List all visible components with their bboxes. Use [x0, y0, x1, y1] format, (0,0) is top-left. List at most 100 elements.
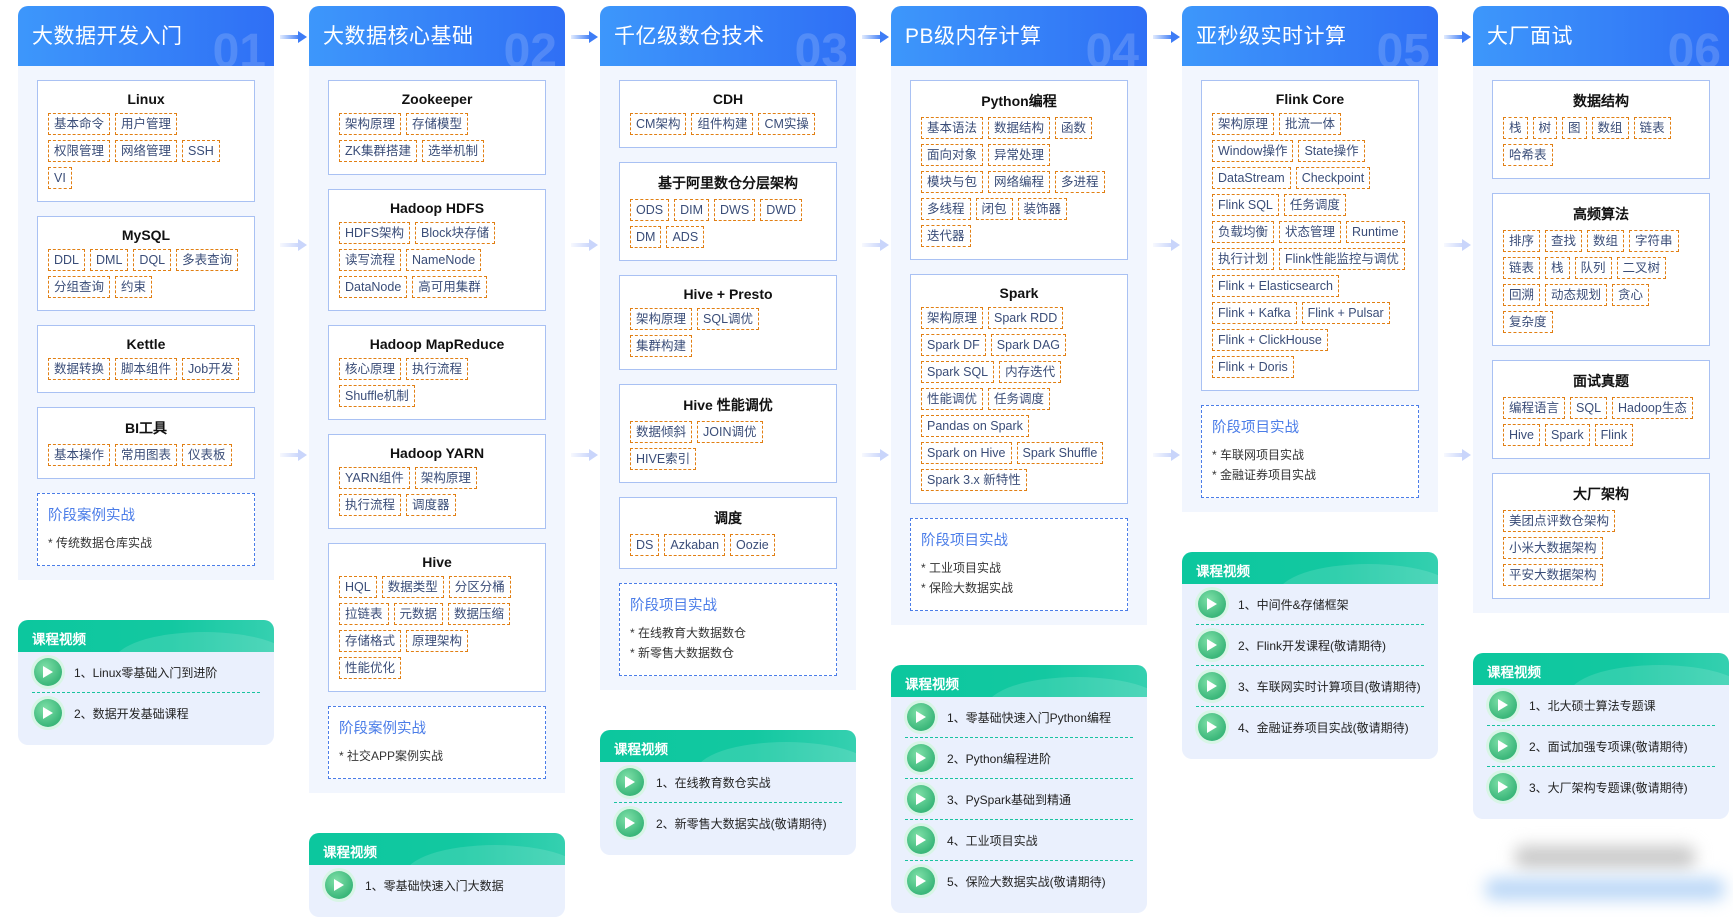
topic-tag[interactable]: 模块与包 — [921, 171, 984, 193]
topic-tag[interactable]: 任务调度 — [988, 388, 1051, 410]
topic-tag[interactable]: CM实操 — [758, 113, 815, 135]
topic-tag[interactable]: Flink性能监控与调优 — [1279, 248, 1405, 270]
topic-tag[interactable]: 贪心 — [1612, 284, 1650, 306]
topic-tag[interactable]: 哈希表 — [1503, 144, 1553, 166]
topic-tag[interactable]: 拉链表 — [339, 603, 389, 625]
topic-tag[interactable]: 闭包 — [975, 198, 1013, 220]
topic-tag[interactable]: Pandas on Spark — [921, 415, 1029, 437]
topic-tag[interactable]: VI — [48, 167, 72, 189]
video-item[interactable]: 2、数据开发基础课程 — [32, 693, 260, 733]
topic-tag[interactable]: 架构原理 — [921, 307, 984, 329]
topic-tag[interactable]: Flink — [1594, 424, 1634, 446]
topic-tag[interactable]: DDL — [48, 249, 86, 271]
topic-tag[interactable]: 基本操作 — [48, 444, 111, 466]
topic-tag[interactable]: 约束 — [115, 276, 153, 298]
topic-tag[interactable]: 分组查询 — [48, 276, 111, 298]
topic-tag[interactable]: SQL调优 — [697, 308, 760, 330]
topic-tag[interactable]: Shuffle机制 — [339, 385, 415, 407]
video-item[interactable]: 3、大厂架构专题课(敬请期待) — [1487, 767, 1715, 807]
topic-tag[interactable]: Spark DAG — [990, 334, 1067, 356]
topic-tag[interactable]: 架构原理 — [630, 308, 693, 330]
topic-tag[interactable]: Spark on Hive — [921, 442, 1012, 464]
topic-tag[interactable]: 权限管理 — [48, 140, 111, 162]
video-item[interactable]: 1、北大硕士算法专题课 — [1487, 685, 1715, 726]
topic-tag[interactable]: 元数据 — [393, 603, 444, 625]
topic-tag[interactable]: Spark RDD — [988, 307, 1064, 329]
topic-tag[interactable]: Spark 3.x 新特性 — [921, 469, 1027, 491]
video-item[interactable]: 2、Python编程进阶 — [905, 738, 1133, 779]
topic-tag[interactable]: 多进程 — [1055, 171, 1105, 193]
topic-tag[interactable]: Runtime — [1346, 221, 1405, 243]
topic-tag[interactable]: 用户管理 — [115, 113, 178, 135]
topic-tag[interactable]: Flink + Pulsar — [1301, 302, 1390, 324]
topic-tag[interactable]: 编程语言 — [1503, 397, 1566, 419]
topic-tag[interactable]: 图 — [1562, 117, 1587, 139]
video-item[interactable]: 2、新零售大数据实战(敬请期待) — [614, 803, 842, 843]
topic-tag[interactable]: ZK集群搭建 — [339, 140, 417, 162]
topic-tag[interactable]: 脚本组件 — [115, 358, 178, 380]
topic-tag[interactable]: 存储模型 — [406, 113, 469, 135]
topic-tag[interactable]: 树 — [1532, 117, 1558, 139]
topic-tag[interactable]: Flink + Kafka — [1212, 302, 1297, 324]
topic-tag[interactable]: 架构原理 — [414, 467, 477, 489]
topic-tag[interactable]: State操作 — [1298, 140, 1365, 162]
topic-tag[interactable]: HDFS架构 — [339, 222, 411, 244]
topic-tag[interactable]: Block块存储 — [415, 222, 496, 244]
topic-tag[interactable]: 集群构建 — [630, 335, 693, 357]
topic-tag[interactable]: 字符串 — [1629, 230, 1679, 252]
topic-tag[interactable]: DWS — [714, 199, 756, 221]
video-item[interactable]: 3、车联网实时计算项目(敬请期待) — [1196, 666, 1424, 707]
topic-tag[interactable]: 核心原理 — [339, 358, 402, 380]
topic-tag[interactable]: 二叉树 — [1616, 257, 1667, 279]
topic-tag[interactable]: 性能调优 — [921, 388, 984, 410]
video-item[interactable]: 3、PySpark基础到精通 — [905, 779, 1133, 820]
topic-tag[interactable]: DQL — [133, 249, 172, 271]
topic-tag[interactable]: NameNode — [406, 249, 482, 271]
topic-tag[interactable]: Spark SQL — [921, 361, 995, 383]
topic-tag[interactable]: 分区分桶 — [448, 576, 511, 598]
topic-tag[interactable]: ADS — [666, 226, 705, 248]
topic-tag[interactable]: Flink + ClickHouse — [1212, 329, 1328, 351]
topic-tag[interactable]: 队列 — [1574, 257, 1612, 279]
video-item[interactable]: 4、工业项目实战 — [905, 820, 1133, 861]
topic-tag[interactable]: Spark — [1545, 424, 1590, 446]
topic-tag[interactable]: 回溯 — [1503, 284, 1541, 306]
video-item[interactable]: 4、金融证券项目实战(敬请期待) — [1196, 707, 1424, 747]
topic-tag[interactable]: 任务调度 — [1283, 194, 1346, 216]
topic-tag[interactable]: Window操作 — [1212, 140, 1294, 162]
topic-tag[interactable]: 高可用集群 — [412, 276, 487, 298]
topic-tag[interactable]: 基本命令 — [48, 113, 111, 135]
topic-tag[interactable]: 排序 — [1503, 230, 1541, 252]
topic-tag[interactable]: 架构原理 — [339, 113, 402, 135]
topic-tag[interactable]: 性能优化 — [339, 657, 402, 679]
topic-tag[interactable]: 装饰器 — [1017, 198, 1068, 220]
topic-tag[interactable]: 小米大数据架构 — [1503, 537, 1603, 559]
topic-tag[interactable]: DS — [630, 534, 660, 556]
topic-tag[interactable]: 常用图表 — [115, 444, 178, 466]
topic-tag[interactable]: 动态规划 — [1545, 284, 1608, 306]
topic-tag[interactable]: Hive — [1503, 424, 1541, 446]
topic-tag[interactable]: Spark DF — [921, 334, 986, 356]
topic-tag[interactable]: 查找 — [1545, 230, 1583, 252]
topic-tag[interactable]: 数组 — [1591, 117, 1629, 139]
topic-tag[interactable]: 执行计划 — [1212, 248, 1275, 270]
topic-tag[interactable]: 复杂度 — [1503, 311, 1553, 333]
topic-tag[interactable]: 状态管理 — [1279, 221, 1342, 243]
topic-tag[interactable]: YARN组件 — [339, 467, 410, 489]
topic-tag[interactable]: 仪表板 — [182, 444, 232, 466]
topic-tag[interactable]: DM — [630, 226, 662, 248]
topic-tag[interactable]: Job开发 — [182, 358, 240, 380]
topic-tag[interactable]: 面向对象 — [921, 144, 984, 166]
topic-tag[interactable]: 架构原理 — [1212, 113, 1275, 135]
topic-tag[interactable]: DIM — [674, 199, 710, 221]
topic-tag[interactable]: 异常处理 — [988, 144, 1051, 166]
topic-tag[interactable]: ODS — [630, 199, 670, 221]
topic-tag[interactable]: 数据转换 — [48, 358, 111, 380]
topic-tag[interactable]: 基本语法 — [921, 117, 984, 139]
topic-tag[interactable]: 选举机制 — [421, 140, 484, 162]
topic-tag[interactable]: 数据倾斜 — [630, 421, 693, 443]
topic-tag[interactable]: 负载均衡 — [1212, 221, 1275, 243]
video-item[interactable]: 1、零基础快速入门Python编程 — [905, 697, 1133, 738]
topic-tag[interactable]: DWD — [760, 199, 803, 221]
video-item[interactable]: 2、面试加强专项课(敬请期待) — [1487, 726, 1715, 767]
